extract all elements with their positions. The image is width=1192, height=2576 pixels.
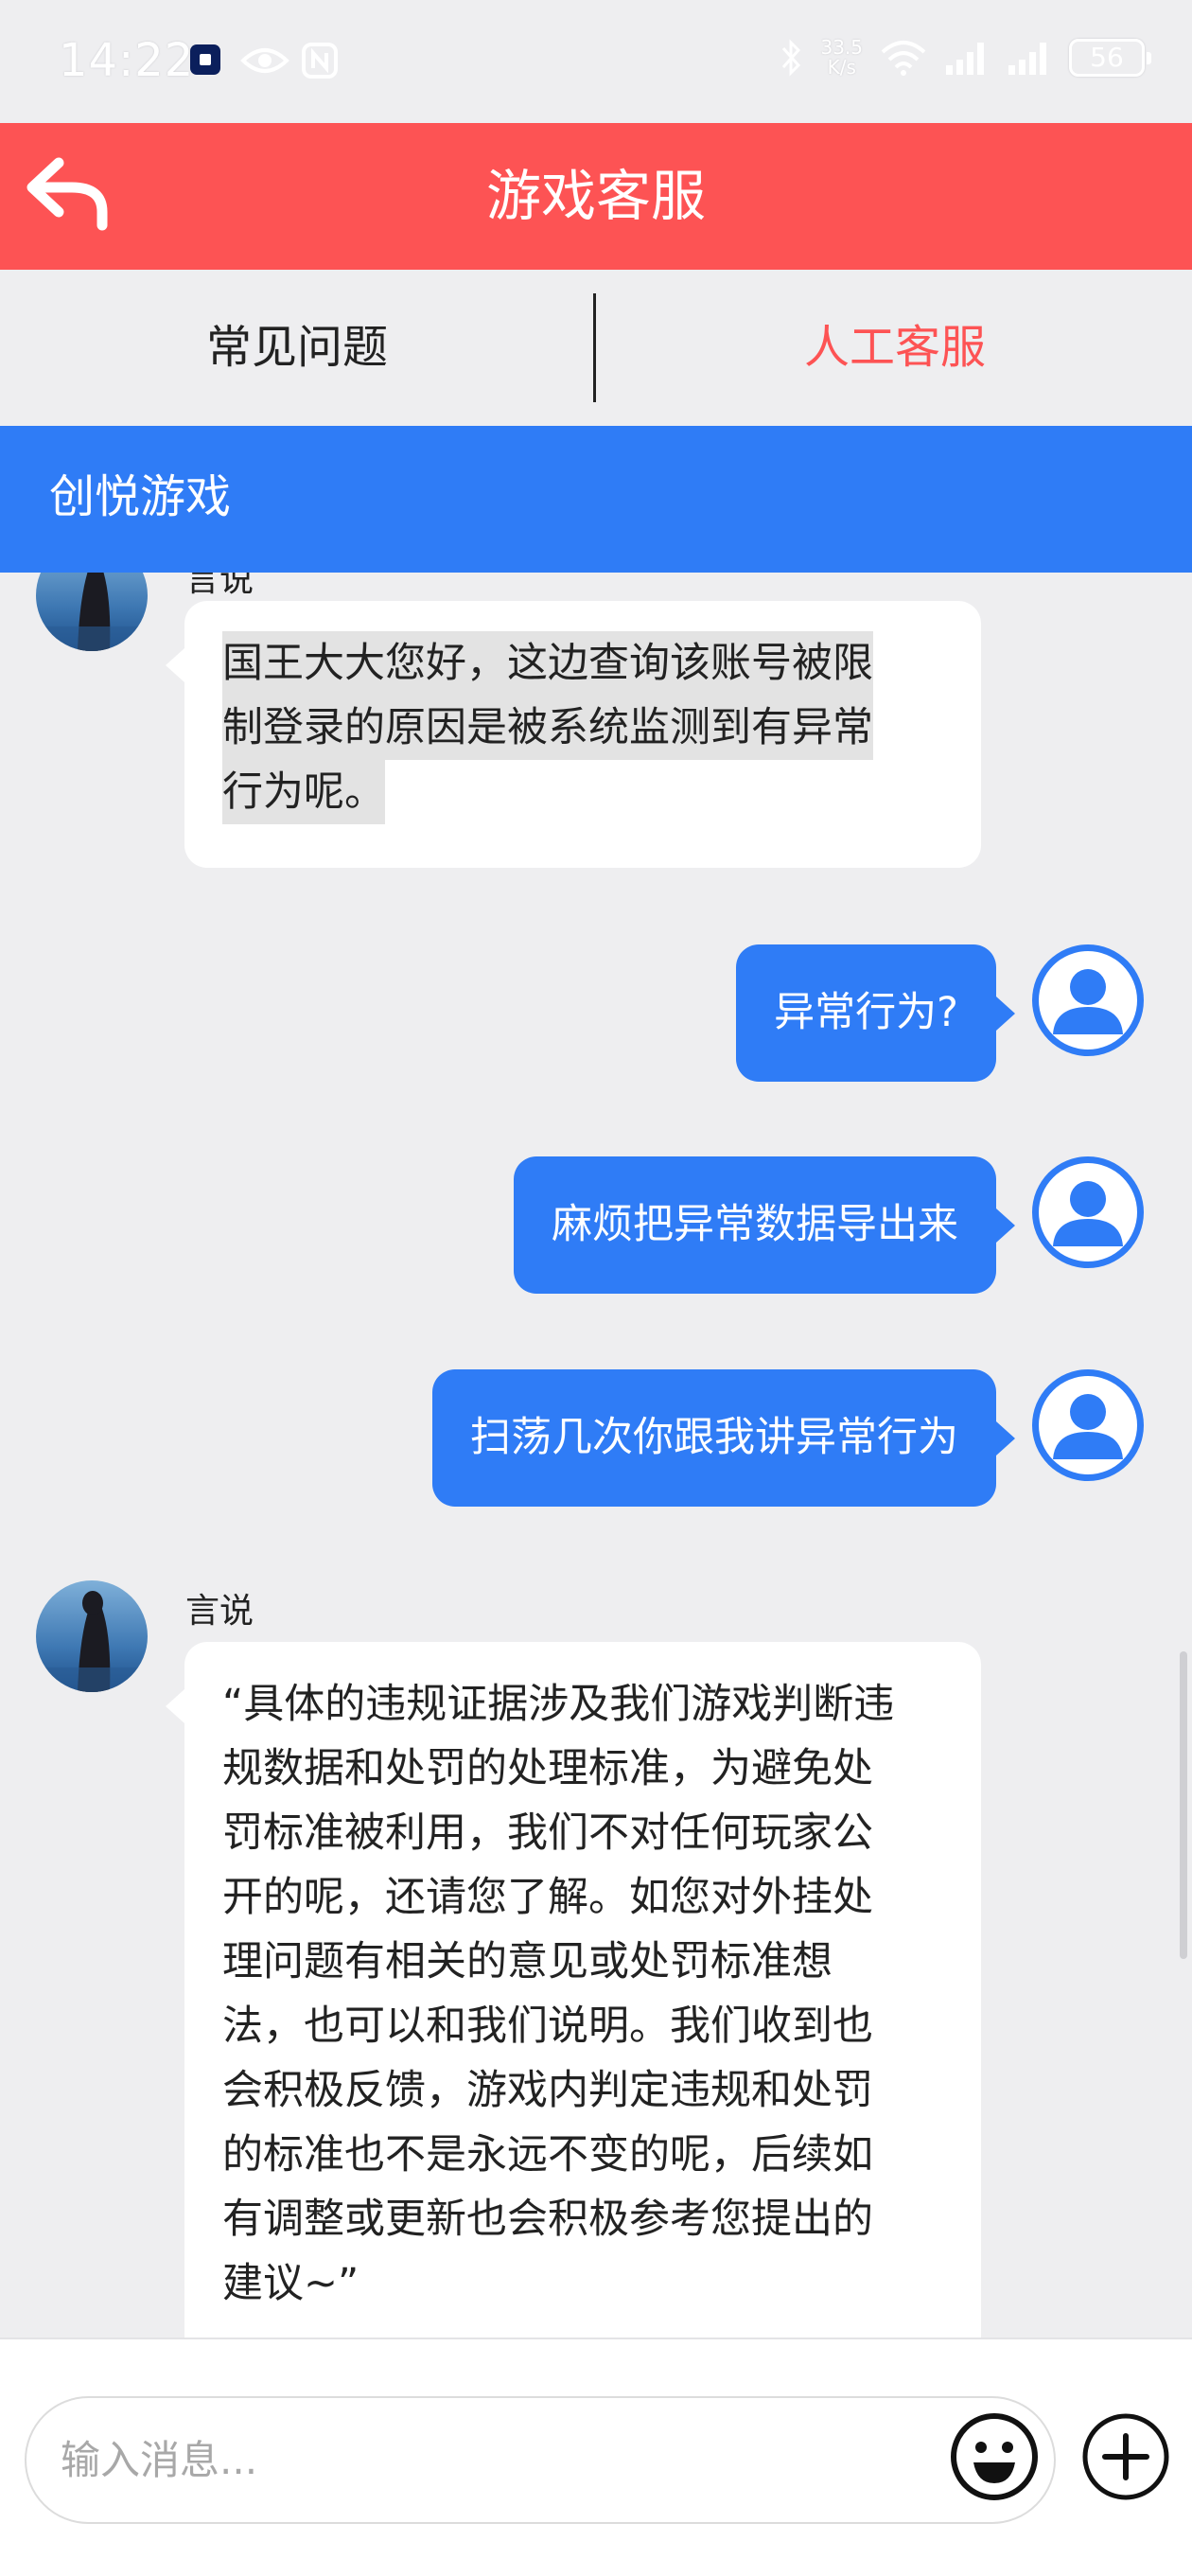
agent-name: 言说 — [185, 573, 254, 599]
nfc-icon — [302, 43, 338, 79]
agent-name: 言说 — [185, 1592, 254, 1631]
agent-message: 国王大大您好，这边查询该账号被限 制登录的原因是被系统监测到有异常 行为呢。 — [166, 601, 981, 868]
user-avatar — [1032, 1156, 1144, 1268]
input-placeholder: 输入消息... — [61, 2437, 258, 2483]
message-line: 国王大大您好，这边查询该账号被限 — [222, 631, 873, 696]
signal-icon — [1008, 43, 1046, 75]
user-message: 麻烦把异常数据导出来 — [514, 1156, 1015, 1294]
message-line: 的标准也不是永远不变的呢，后续如 — [222, 2131, 873, 2179]
user-avatar — [1032, 944, 1144, 1056]
user-message: 异常行为? — [736, 944, 1015, 1082]
message-line: 理问题有相关的意见或处罚标准想 — [222, 1938, 833, 1985]
message-line: 有调整或更新也会积极参考您提出的 — [222, 2196, 873, 2243]
back-arrow-icon[interactable] — [26, 157, 112, 233]
net-speed-value: 33.5 — [820, 36, 863, 59]
status-bar: 14:22 33.5 K/s 56 — [0, 0, 1192, 123]
status-time: 14:22 — [59, 34, 195, 87]
message-line: 制登录的原因是被系统监测到有异常 — [222, 696, 873, 760]
net-speed: 33.5 K/s — [820, 38, 863, 78]
page-title: 游戏客服 — [485, 164, 706, 228]
message-line: 建议~” — [222, 2260, 359, 2307]
user-message: 扫荡几次你跟我讲异常行为 — [432, 1369, 1015, 1507]
emoji-icon[interactable] — [949, 2411, 1040, 2502]
notification-app-icon — [190, 44, 220, 75]
status-right-icons: 33.5 K/s 56 — [780, 38, 1151, 78]
tab-bar: 常见问题 人工客服 — [0, 270, 1192, 426]
message-line: 会积极反馈，游戏内判定违规和处罚 — [222, 2067, 873, 2114]
message-line: 行为呢。 — [222, 760, 385, 824]
message-line: 法，也可以和我们说明。我们收到也 — [222, 2003, 873, 2050]
user-avatar — [1032, 1369, 1144, 1481]
agent-avatar — [36, 573, 148, 651]
message-line: 罚标准被利用，我们不对任何玩家公 — [222, 1809, 873, 1857]
message-input[interactable]: 输入消息... — [25, 2396, 1056, 2524]
chat-scrollbar[interactable] — [1180, 1651, 1187, 1959]
message-line: 开的呢，还请您了解。如您对外挂处 — [222, 1874, 873, 1921]
net-speed-unit: K/s — [827, 56, 856, 79]
tab-faq[interactable]: 常见问题 — [0, 270, 594, 426]
agent-avatar — [36, 1580, 148, 1692]
battery-icon: 56 — [1069, 39, 1151, 77]
bluetooth-icon — [782, 39, 801, 77]
tab-divider — [593, 293, 596, 402]
tab-live-agent[interactable]: 人工客服 — [598, 270, 1192, 426]
signal-icon — [946, 43, 984, 75]
eye-icon — [240, 48, 289, 73]
chat-area[interactable]: 言说 国王大大您好，这边查询该账号被限 制登录的原因是被系统监测到有异常 行为呢… — [0, 573, 1192, 2338]
app-header: 游戏客服 — [0, 123, 1192, 270]
plus-icon[interactable] — [1080, 2411, 1171, 2502]
message-line: 规数据和处罚的处理标准，为避免处 — [222, 1745, 873, 1792]
wifi-icon — [881, 41, 926, 76]
game-name: 创悦游戏 — [49, 470, 232, 523]
message-line: “具体的违规证据涉及我们游戏判断违 — [222, 1681, 895, 1728]
agent-message: “具体的违规证据涉及我们游戏判断违 规数据和处罚的处理标准，为避免处 罚标准被利… — [166, 1642, 981, 2338]
game-banner: 创悦游戏 — [0, 426, 1192, 573]
